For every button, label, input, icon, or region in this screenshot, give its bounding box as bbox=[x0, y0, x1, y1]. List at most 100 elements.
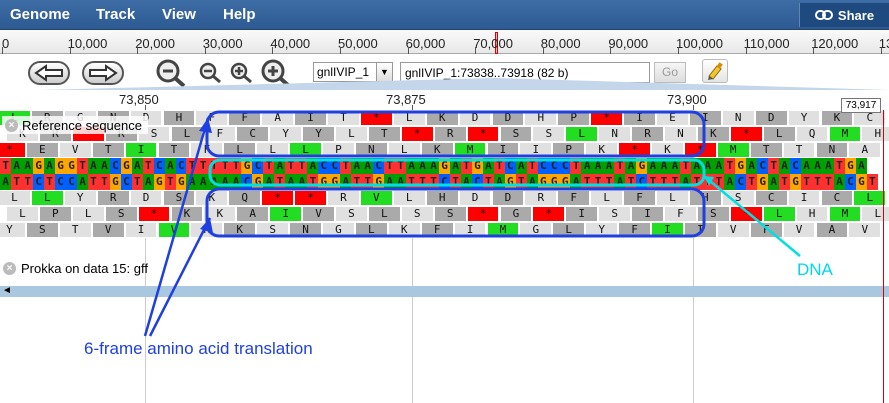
reference-track-label[interactable]: × Reference sequence bbox=[2, 116, 148, 134]
amino-acid-cell: Q bbox=[228, 190, 262, 206]
nucleotide-cell: A bbox=[800, 158, 813, 174]
amino-acid-cell: L bbox=[392, 190, 426, 206]
nucleotide-cell: G bbox=[372, 174, 385, 190]
overview-tick-mark bbox=[137, 47, 139, 54]
amino-acid-cell: R bbox=[524, 190, 558, 206]
menu-track[interactable]: Track bbox=[96, 6, 135, 23]
nucleotide-cell: G bbox=[109, 174, 122, 190]
amino-acid-cell: C bbox=[754, 190, 788, 206]
close-icon[interactable]: × bbox=[3, 262, 16, 275]
nucleotide-cell: C bbox=[548, 158, 560, 174]
amino-acid-cell: D bbox=[458, 190, 492, 206]
amino-acid-cell: I bbox=[623, 110, 656, 126]
close-icon[interactable]: × bbox=[5, 118, 18, 132]
nucleotide-cell: T bbox=[713, 174, 725, 190]
amino-acid-cell: K bbox=[420, 142, 454, 158]
amino-acid-cell: I bbox=[787, 190, 821, 206]
nucleotide-cell: A bbox=[658, 158, 670, 174]
nucleotide-cell: T bbox=[603, 174, 615, 190]
overview-ruler[interactable]: 0 10,000 20,000 30,000 40,000 50,000 60,000 70,… bbox=[0, 30, 889, 54]
nucleotide-cell: T bbox=[702, 174, 714, 190]
nucleotide-cell: T bbox=[526, 158, 539, 174]
amino-acid-cell: * bbox=[359, 110, 393, 126]
amino-acid-cell: G bbox=[499, 206, 533, 222]
menu-view[interactable]: View bbox=[162, 6, 196, 23]
amino-acid-cell: L bbox=[354, 222, 388, 238]
overview-tick-mark bbox=[2, 47, 3, 54]
overview-tick-mark bbox=[407, 47, 409, 54]
amino-acid-cell: Y bbox=[302, 126, 335, 142]
nucleotide-cell: T bbox=[351, 174, 363, 190]
amino-acid-cell: F bbox=[420, 222, 454, 238]
overview-tick-mark bbox=[678, 47, 679, 54]
translation-frame-4: L L Y R D S K Q * * R V L H D D R F L F L H S C I C L bbox=[0, 190, 889, 206]
nucleotide-cell: A bbox=[186, 174, 198, 190]
overview-tick-label: 100,000 bbox=[676, 36, 723, 51]
amino-acid-cell: * bbox=[532, 206, 566, 222]
nucleotide-cell: G bbox=[471, 158, 484, 174]
nucleotide-cell: T bbox=[724, 158, 736, 174]
amino-acid-cell: F bbox=[203, 126, 237, 142]
amino-acid-cell: S bbox=[433, 206, 467, 222]
amino-acid-cell: I bbox=[124, 142, 158, 158]
amino-acid-cell: L bbox=[853, 190, 887, 206]
nucleotide-cell: T bbox=[263, 158, 275, 174]
nucleotide-cell: A bbox=[669, 158, 681, 174]
amino-acid-cell: M bbox=[828, 126, 862, 142]
amino-acid-cell: F bbox=[195, 110, 229, 126]
nucleotide-cell: T bbox=[767, 158, 780, 174]
share-label: Share bbox=[837, 7, 875, 23]
nucleotide-cell: A bbox=[0, 174, 12, 190]
amino-acid-cell: * bbox=[683, 142, 717, 158]
nucleotide-cell: C bbox=[153, 158, 166, 174]
gff-feature[interactable] bbox=[0, 286, 889, 297]
translation-frame-6: YSTVIVKKSNGLKFIMGLYFIIVFVAV bbox=[0, 222, 889, 238]
nucleotide-cell: T bbox=[219, 158, 231, 174]
nucleotide-cell: T bbox=[43, 174, 56, 190]
overview-tick-label: 90,000 bbox=[608, 36, 649, 51]
ruler-position-label: 73,850 bbox=[119, 92, 159, 107]
prokka-track-label[interactable]: × Prokka on data 15: gff bbox=[3, 261, 148, 276]
amino-acid-cell: G bbox=[519, 222, 553, 238]
nucleotide-cell: C bbox=[559, 158, 571, 174]
translation-annotation-label: 6-frame amino acid translation bbox=[84, 339, 313, 358]
nucleotide-cell: G bbox=[175, 174, 187, 190]
nucleotide-cell: A bbox=[482, 158, 495, 174]
nucleotide-cell: A bbox=[526, 174, 539, 190]
menu-genome[interactable]: Genome bbox=[10, 6, 70, 23]
amino-acid-cell: Y bbox=[585, 222, 619, 238]
amino-acid-cell: H bbox=[162, 110, 196, 126]
amino-acid-cell: K bbox=[203, 206, 237, 222]
amino-acid-cell: K bbox=[387, 222, 421, 238]
amino-acid-cell: D bbox=[458, 110, 492, 126]
nucleotide-cell: T bbox=[592, 174, 604, 190]
amino-acid-cell: D bbox=[491, 110, 525, 126]
amino-acid-cell: I bbox=[631, 206, 664, 222]
overview-tick-mark bbox=[880, 47, 882, 54]
nucleotide-cell: A bbox=[21, 158, 34, 174]
amino-acid-cell: N bbox=[664, 126, 697, 142]
amino-acid-cell: I bbox=[683, 222, 717, 238]
amino-acid-cell: K bbox=[170, 206, 204, 222]
overview-tick-label: 50,000 bbox=[338, 36, 378, 51]
amino-acid-cell: * bbox=[294, 190, 327, 206]
nucleotide-cell: T bbox=[669, 174, 681, 190]
amino-acid-cell: R bbox=[631, 126, 664, 142]
menu-help[interactable]: Help bbox=[223, 6, 256, 23]
ruler-position-label: 73,875 bbox=[386, 92, 426, 107]
amino-acid-cell: P bbox=[322, 142, 355, 158]
nucleotide-cell: T bbox=[482, 174, 495, 190]
amino-acid-cell: S bbox=[696, 206, 730, 222]
nucleotide-cell: A bbox=[405, 158, 418, 174]
nucleotide-cell: T bbox=[515, 174, 528, 190]
nucleotide-cell: A bbox=[427, 158, 440, 174]
nucleotide-cell: T bbox=[570, 158, 582, 174]
share-button[interactable]: Share bbox=[799, 3, 889, 27]
nucleotide-cell: T bbox=[230, 158, 242, 174]
amino-acid-cell: I bbox=[651, 222, 684, 238]
nucleotide-cell: T bbox=[658, 174, 670, 190]
amino-acid-cell: T bbox=[157, 142, 191, 158]
nucleotide-cell: A bbox=[416, 158, 429, 174]
amino-acid-cell: R bbox=[96, 190, 130, 206]
amino-acid-cell: K bbox=[651, 142, 684, 158]
